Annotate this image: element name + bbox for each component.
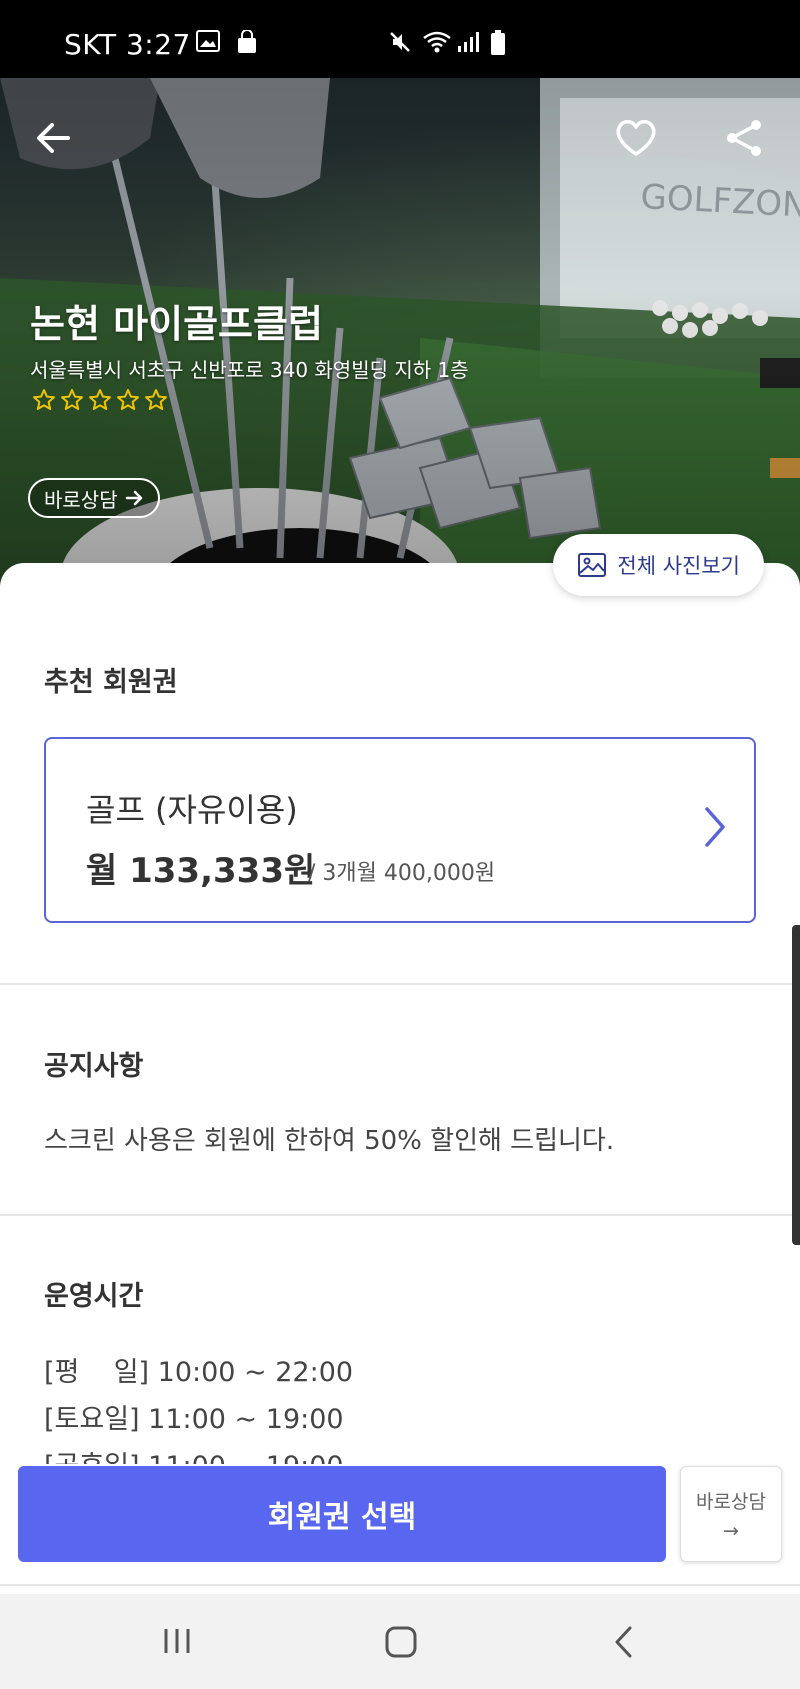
- back-button[interactable]: [22, 106, 86, 170]
- signal-icon: [456, 30, 480, 58]
- recent-apps-icon: [164, 1629, 190, 1653]
- scrollbar[interactable]: [792, 925, 800, 1245]
- favorite-button[interactable]: [604, 106, 668, 170]
- club-address: 서울특별시 서초구 신반포로 340 화영빌딩 지하 1층: [30, 358, 469, 382]
- system-back-button[interactable]: [610, 1624, 638, 1664]
- section-divider: [0, 983, 800, 985]
- recent-apps-button[interactable]: [160, 1624, 194, 1662]
- chevron-left-icon: [615, 1626, 632, 1658]
- bottom-divider: [0, 1584, 800, 1586]
- select-membership-button[interactable]: 회원권 선택: [18, 1466, 666, 1562]
- star-icon: [89, 389, 111, 410]
- membership-monthly-price: 월 133,333원: [86, 851, 316, 891]
- bottom-action-bar: 회원권 선택 바로상담 →: [0, 1464, 800, 1594]
- system-nav-bar: [0, 1594, 800, 1689]
- mute-icon: [388, 30, 412, 58]
- recommended-section-title: 추천 회원권: [44, 667, 178, 698]
- view-all-photos-button[interactable]: 전체 사진보기: [553, 534, 764, 596]
- home-icon: [385, 1626, 417, 1658]
- rating-stars: [32, 388, 168, 412]
- notice-text: 스크린 사용은 회원에 한하여 50% 할인해 드립니다.: [44, 1126, 615, 1156]
- star-icon: [145, 389, 167, 410]
- membership-detail: / 3개월 400,000원: [308, 861, 496, 886]
- chevron-right-icon: [705, 807, 725, 847]
- consult-pill-label: 바로상담: [44, 487, 118, 512]
- status-time: SKT 3:27: [64, 28, 191, 61]
- status-bar: SKT 3:27: [0, 0, 800, 78]
- notice-section-title: 공지사항: [44, 1051, 144, 1082]
- battery-icon: [490, 30, 506, 60]
- section-divider: [0, 1214, 800, 1216]
- arrow-right-icon: [125, 490, 142, 506]
- hours-saturday: [토요일] 11:00 ~ 19:00: [44, 1404, 344, 1435]
- view-all-photos-label: 전체 사진보기: [617, 554, 740, 578]
- share-button[interactable]: [712, 106, 776, 170]
- hours-weekday: [평 일] 10:00 ~ 22:00: [44, 1357, 354, 1388]
- consult-button-label: 바로상담: [696, 1490, 766, 1513]
- membership-card[interactable]: 골프 (자유이용) 월 133,333원 / 3개월 400,000원: [44, 737, 756, 923]
- image-icon: [196, 30, 220, 56]
- consult-pill-button[interactable]: 바로상담: [28, 478, 160, 518]
- bag-icon: [236, 29, 258, 58]
- club-name: 논현 마이골프클럽: [30, 302, 323, 346]
- heart-icon: [616, 119, 656, 156]
- share-icon: [727, 120, 761, 156]
- membership-name: 골프 (자유이용): [86, 791, 298, 829]
- arrow-left-icon: [37, 123, 70, 153]
- consult-button[interactable]: 바로상담 →: [680, 1466, 782, 1562]
- picture-icon: [578, 553, 607, 577]
- home-button[interactable]: [383, 1624, 419, 1664]
- wifi-icon: [422, 30, 452, 58]
- consult-arrow: →: [723, 1519, 739, 1542]
- star-icon: [61, 389, 83, 410]
- hours-section-title: 운영시간: [44, 1281, 144, 1312]
- hero-image: GOLFZON: [0, 78, 800, 598]
- star-icon: [33, 389, 55, 410]
- star-icon: [117, 389, 139, 410]
- screen: SKT 3:27 GOLFZON: [0, 0, 800, 1689]
